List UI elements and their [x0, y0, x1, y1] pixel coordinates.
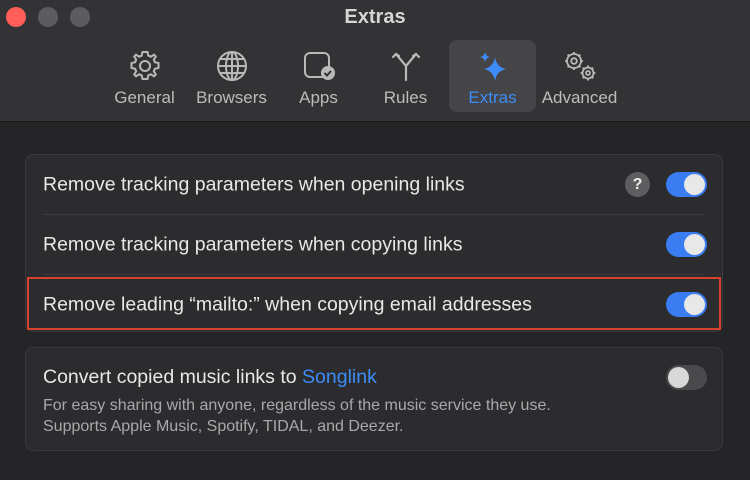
window-title: Extras	[344, 6, 406, 28]
toggle-knob	[684, 234, 705, 255]
tab-advanced[interactable]: Advanced	[536, 40, 623, 112]
tab-rules-label: Rules	[383, 88, 428, 107]
title-bar: Extras General Browsers Apps Rules Extra…	[0, 0, 750, 122]
tab-browsers-label: Browsers	[196, 88, 267, 107]
globe-icon	[212, 46, 252, 86]
setting-label-tracking-copying: Remove tracking parameters when copying …	[43, 233, 463, 255]
songlink-link[interactable]: Songlink	[302, 366, 377, 388]
tab-rules[interactable]: Rules	[362, 40, 449, 112]
music-links-description: For easy sharing with anyone, regardless…	[43, 395, 551, 437]
preferences-toolbar: General Browsers Apps Rules Extras Advan…	[101, 40, 623, 112]
description-line-2: Supports Apple Music, Spotify, TIDAL, an…	[43, 418, 404, 435]
highlight-box	[27, 277, 721, 330]
setting-row-tracking-copying: Remove tracking parameters when copying …	[26, 215, 722, 274]
sparkles-icon	[473, 46, 513, 86]
help-button[interactable]: ?	[625, 172, 650, 197]
setting-row-tracking-opening: Remove tracking parameters when opening …	[26, 155, 722, 214]
tab-general-label: General	[114, 88, 175, 107]
tab-apps[interactable]: Apps	[275, 40, 362, 112]
toggle-knob	[684, 174, 705, 195]
music-links-settings-panel: Convert copied music links to Songlink F…	[25, 347, 723, 451]
description-line-1: For easy sharing with anyone, regardless…	[43, 397, 551, 414]
setting-label-tracking-opening: Remove tracking parameters when opening …	[43, 173, 465, 195]
toggle-knob	[668, 367, 689, 388]
toggle-tracking-opening[interactable]	[666, 172, 707, 197]
tab-general[interactable]: General	[101, 40, 188, 112]
tab-advanced-label: Advanced	[541, 88, 618, 107]
tab-extras-label: Extras	[468, 88, 517, 107]
tab-browsers[interactable]: Browsers	[188, 40, 275, 112]
gear-icon	[125, 46, 165, 86]
toggle-music-links[interactable]	[666, 365, 707, 390]
tab-extras[interactable]: Extras	[449, 40, 536, 112]
tab-apps-label: Apps	[299, 88, 338, 107]
setting-label-music-links: Convert copied music links to Songlink	[43, 366, 377, 389]
question-mark-icon: ?	[632, 175, 643, 193]
toggle-tracking-copying[interactable]	[666, 232, 707, 257]
gears-icon	[560, 46, 600, 86]
music-links-label-text: Convert copied music links to	[43, 366, 303, 388]
app-window-check-icon	[299, 46, 339, 86]
fork-icon	[386, 46, 426, 86]
